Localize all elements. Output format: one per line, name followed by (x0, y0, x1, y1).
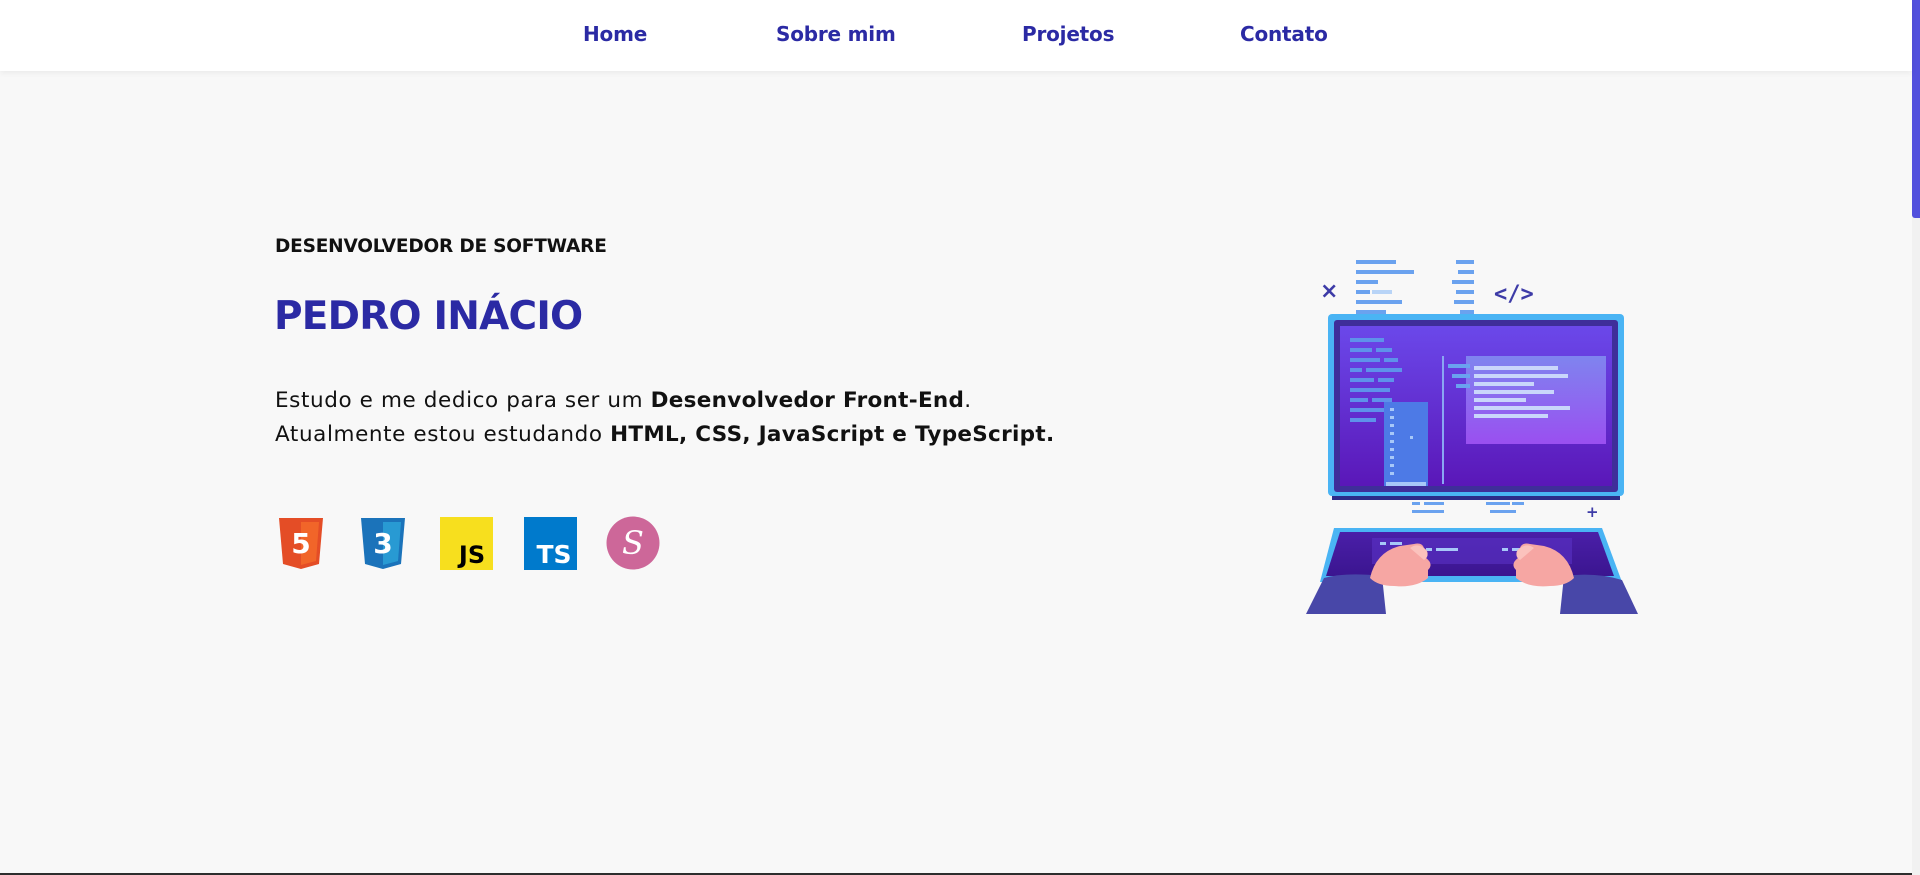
page-scrollbar[interactable] (1912, 0, 1920, 875)
desc-line2-bold: HTML, CSS, JavaScript e TypeScript. (610, 422, 1055, 447)
top-navbar: Home Sobre mim Projetos Contato (0, 0, 1912, 71)
code-tag-icon: </> (1494, 282, 1534, 307)
typescript-icon: TS (524, 517, 577, 570)
nav-link-sobre-mim[interactable]: Sobre mim (776, 22, 896, 46)
javascript-icon-label: JS (457, 541, 485, 569)
html5-icon-label: 5 (291, 527, 310, 560)
javascript-icon: JS (440, 517, 493, 570)
sass-icon: S (606, 516, 660, 570)
developer-laptop-illustration: × </> + (1306, 260, 1638, 614)
css3-icon-label: 3 (373, 527, 392, 560)
desc-line2-prefix: Atualmente estou estudando (275, 422, 611, 447)
desc-line1-suffix: . (964, 388, 972, 413)
html5-icon: 5 (279, 518, 323, 569)
page: Home Sobre mim Projetos Contato DESENVOL… (0, 0, 1920, 875)
plus-icon: + (1586, 503, 1599, 521)
css3-icon: 3 (361, 518, 405, 569)
nav-link-contato[interactable]: Contato (1240, 22, 1328, 46)
typescript-icon-label: TS (536, 540, 571, 569)
desc-line1-prefix: Estudo e me dedico para ser um (275, 388, 651, 413)
sass-icon-label: S (622, 524, 644, 562)
nav-link-home[interactable]: Home (583, 22, 647, 46)
hero-subtitle: DESENVOLVEDOR DE SOFTWARE (275, 236, 607, 257)
close-icon: × (1320, 279, 1338, 304)
desc-line1-bold: Desenvolvedor Front-End (650, 388, 965, 413)
hero-description: Estudo e me dedico para ser um Desenvolv… (275, 384, 1054, 452)
hero-name: PEDRO INÁCIO (274, 294, 583, 339)
nav-link-projetos[interactable]: Projetos (1022, 22, 1114, 46)
scrollbar-thumb[interactable] (1912, 0, 1920, 218)
